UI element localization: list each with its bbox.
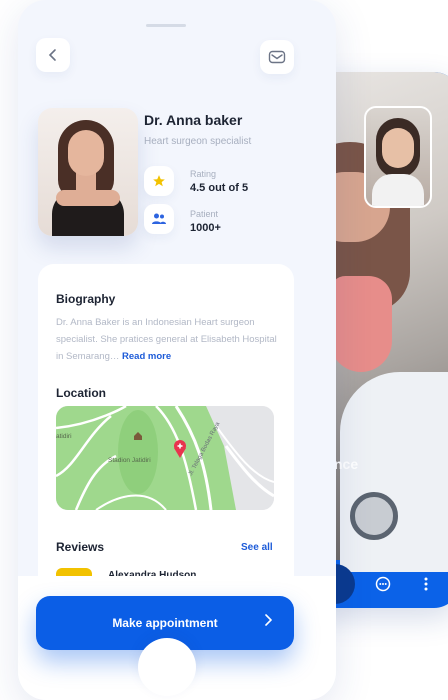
caller-thumbnail[interactable] (364, 106, 432, 208)
doctor-specialty: Heart surgeon specialist (144, 136, 252, 147)
star-icon (153, 175, 165, 187)
doctor-name: Dr. Anna baker (144, 112, 243, 128)
back-button[interactable] (36, 38, 70, 72)
read-more-link[interactable]: Read more (122, 351, 171, 362)
face-mask (330, 276, 392, 372)
photo-shoulder (56, 190, 120, 206)
location-heading: Location (56, 386, 106, 400)
chat-icon[interactable] (368, 569, 398, 599)
call-controls (332, 560, 448, 608)
photo-face (68, 130, 104, 176)
caller-face (382, 128, 414, 168)
reviews-heading: Reviews (56, 540, 105, 554)
chevron-left-icon (48, 49, 56, 61)
message-button[interactable] (260, 40, 294, 74)
map-label-stadium: Stadion Jatidiri (108, 457, 151, 464)
patient-badge (144, 204, 174, 234)
patient-value: 1000+ (190, 222, 221, 234)
details-card: Biography Dr. Anna Baker is an Indonesia… (38, 264, 294, 624)
stethoscope (350, 492, 398, 540)
doctor-coat (340, 372, 448, 572)
map-label-left: atidiri (56, 433, 72, 440)
rating-label: Rating (190, 169, 217, 179)
make-appointment-label: Make appointment (112, 616, 218, 630)
home-button[interactable] (138, 638, 196, 696)
doctor-profile-screen: Dr. Anna baker Heart surgeon specialist … (18, 0, 336, 700)
chevron-right-icon (265, 614, 272, 626)
doctor-photo (38, 108, 138, 236)
biography-heading: Biography (56, 292, 116, 306)
location-map[interactable]: Stadion Jatidiri atidiri Jl. Telaga Boda… (56, 406, 274, 510)
rating-badge (144, 166, 174, 196)
phone-notch (146, 24, 186, 27)
caller-body (372, 174, 424, 206)
video-overlay-text: nce (334, 456, 359, 472)
rating-value: 4.5 out of 5 (190, 182, 249, 194)
more-vertical-icon[interactable] (411, 569, 441, 599)
biography-text: Dr. Anna Baker is an Indonesian Heart su… (56, 314, 278, 365)
mail-icon (268, 50, 286, 64)
users-icon (152, 213, 166, 224)
patient-label: Patient (190, 209, 219, 219)
map-graphic (56, 406, 274, 510)
see-all-link[interactable]: See all (241, 542, 273, 553)
